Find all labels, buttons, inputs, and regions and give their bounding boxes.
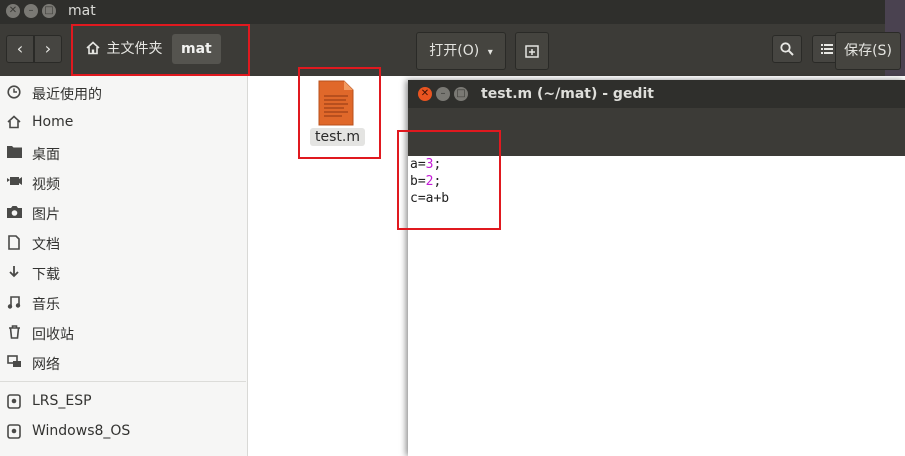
open-button[interactable]: 打开(O) ▾: [416, 32, 506, 70]
sidebar-item-trash[interactable]: 回收站: [0, 318, 246, 348]
sidebar-separator: [0, 381, 246, 382]
gedit-maximize-button[interactable]: □: [454, 87, 468, 101]
sidebar-item-network[interactable]: 网络: [0, 348, 246, 378]
sidebar-item-videos[interactable]: 视频: [0, 168, 246, 198]
sidebar-item-label: 网络: [32, 357, 60, 373]
download-icon: [6, 265, 22, 281]
sidebar-item-label: 音乐: [32, 297, 60, 313]
gedit-titlebar: ✕ – □ test.m (~/mat) - gedit: [408, 80, 905, 108]
clock-icon: [6, 85, 22, 101]
folder-icon: [6, 145, 22, 161]
drive-icon: [6, 424, 22, 440]
sidebar: 最近使用的 Home 桌面 视频 图片 文档 下载 音乐 回收站 网络 LRS_…: [0, 76, 248, 456]
save-button[interactable]: 保存(S): [835, 32, 901, 70]
chevron-left-icon: ‹: [16, 39, 24, 58]
sidebar-item-label: 视频: [32, 177, 60, 193]
back-button[interactable]: ‹: [6, 35, 34, 63]
new-document-button[interactable]: [515, 32, 549, 70]
trash-icon: [6, 325, 22, 341]
sidebar-item-music[interactable]: 音乐: [0, 288, 246, 318]
sidebar-item-label: 桌面: [32, 147, 60, 163]
gedit-title: test.m (~/mat) - gedit: [481, 86, 654, 102]
save-button-label: 保存(S): [844, 43, 892, 59]
drive-icon: [6, 394, 22, 410]
close-button[interactable]: ✕: [6, 4, 20, 18]
document-icon: [6, 235, 22, 251]
chevron-right-icon: ›: [44, 39, 52, 58]
gedit-minimize-button[interactable]: –: [436, 87, 450, 101]
maximize-button[interactable]: □: [42, 4, 56, 18]
highlight-box-file: [298, 67, 381, 159]
home-icon: [6, 115, 22, 131]
sidebar-item-label: 下载: [32, 267, 60, 283]
camera-icon: [6, 205, 22, 221]
sidebar-item-downloads[interactable]: 下载: [0, 258, 246, 288]
minimize-button[interactable]: –: [24, 4, 38, 18]
sidebar-item-recent[interactable]: 最近使用的: [0, 78, 246, 108]
sidebar-item-label: LRS_ESP: [32, 393, 92, 409]
window-titlebar: ✕ – □ mat: [0, 0, 905, 24]
sidebar-item-home[interactable]: Home: [0, 108, 246, 138]
forward-button[interactable]: ›: [34, 35, 62, 63]
search-button[interactable]: [772, 35, 802, 63]
sidebar-item-lrs-esp[interactable]: LRS_ESP: [0, 387, 246, 417]
chevron-down-icon: ▾: [487, 47, 493, 58]
sidebar-item-documents[interactable]: 文档: [0, 228, 246, 258]
sidebar-item-label: 图片: [32, 207, 60, 223]
sidebar-item-label: 最近使用的: [32, 87, 102, 103]
new-document-icon: [525, 45, 539, 58]
highlight-box-code: [397, 130, 501, 230]
sidebar-item-label: Home: [32, 114, 74, 130]
video-icon: [6, 175, 22, 191]
music-icon: [6, 295, 22, 311]
sidebar-item-pictures[interactable]: 图片: [0, 198, 246, 228]
sidebar-item-label: 文档: [32, 237, 60, 253]
search-icon: [780, 42, 794, 56]
highlight-box-breadcrumb: [71, 24, 250, 76]
sidebar-item-desktop[interactable]: 桌面: [0, 138, 246, 168]
open-button-label: 打开(O): [429, 43, 480, 59]
window-title: mat: [68, 3, 96, 19]
sidebar-item-windows8-os[interactable]: Windows8_OS: [0, 417, 246, 447]
gedit-close-button[interactable]: ✕: [418, 87, 432, 101]
sidebar-item-label: 回收站: [32, 327, 74, 343]
sidebar-item-label: Windows8_OS: [32, 423, 131, 439]
list-view-icon: [821, 44, 833, 54]
network-icon: [6, 355, 22, 371]
